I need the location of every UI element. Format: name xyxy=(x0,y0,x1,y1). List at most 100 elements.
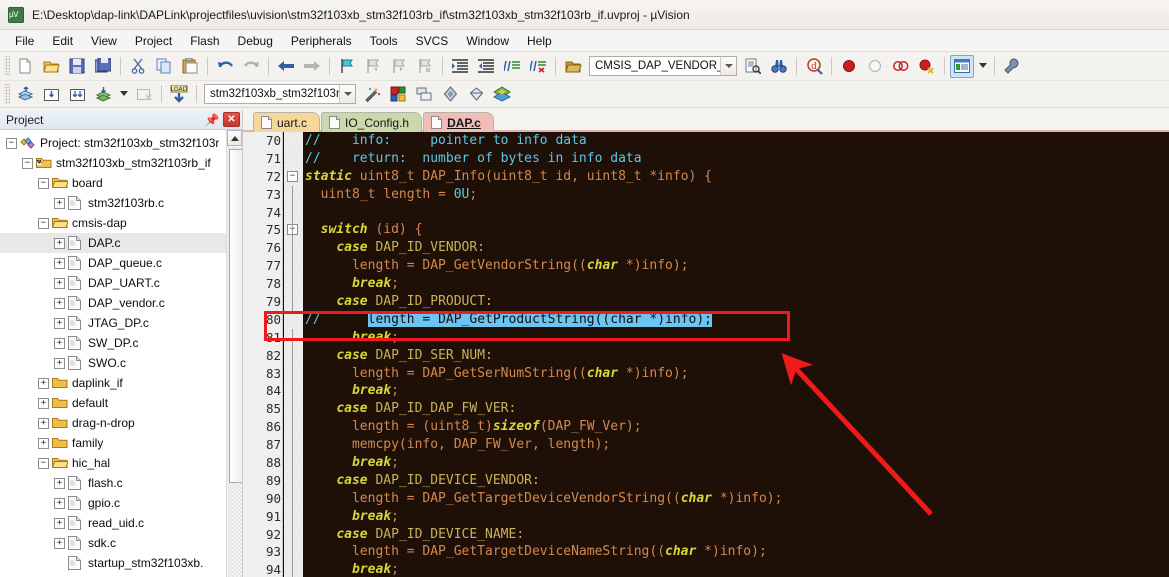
menu-window[interactable]: Window xyxy=(457,32,518,50)
navigate-forward-icon[interactable] xyxy=(300,55,324,78)
software-packs-icon[interactable] xyxy=(490,83,514,106)
batch-build-dropdown-icon[interactable] xyxy=(117,83,130,106)
code-line[interactable]: 88 break; xyxy=(243,454,1169,472)
manage-runtime-icon[interactable] xyxy=(464,83,488,106)
tree-item[interactable]: + DAP_queue.c xyxy=(0,253,226,273)
tree-item[interactable]: + family xyxy=(0,433,226,453)
redo-icon[interactable] xyxy=(239,55,263,78)
code-line[interactable]: 94 break; xyxy=(243,561,1169,577)
uncomment-icon[interactable] xyxy=(526,55,550,78)
comment-icon[interactable] xyxy=(500,55,524,78)
collapse-toggle-icon[interactable]: − xyxy=(6,137,17,149)
code-line[interactable]: 84 break; xyxy=(243,382,1169,401)
expand-toggle-icon[interactable]: + xyxy=(54,477,65,489)
code-line[interactable]: 79 case DAP_ID_PRODUCT: xyxy=(243,293,1169,311)
code-line[interactable]: 92 case DAP_ID_DEVICE_NAME: xyxy=(243,525,1169,544)
code-line[interactable]: 72− static uint8_t DAP_Info(uint8_t id, u… xyxy=(243,168,1169,186)
editor-tab[interactable]: uart.c xyxy=(253,112,321,132)
close-icon[interactable]: ✕ xyxy=(223,112,240,127)
expand-toggle-icon[interactable]: + xyxy=(54,517,65,529)
indent-icon[interactable] xyxy=(448,55,472,78)
tree-item[interactable]: + SW_DP.c xyxy=(0,333,226,353)
menu-svcs[interactable]: SVCS xyxy=(407,32,458,50)
expand-toggle-icon[interactable]: + xyxy=(54,357,65,369)
chevron-down-icon[interactable] xyxy=(720,57,736,75)
undo-icon[interactable] xyxy=(213,55,237,78)
expand-toggle-icon[interactable]: + xyxy=(38,377,49,389)
navigate-back-icon[interactable] xyxy=(274,55,298,78)
stop-build-icon[interactable] xyxy=(132,83,156,106)
paste-icon[interactable] xyxy=(178,55,202,78)
code-line[interactable]: 85 case DAP_ID_DAP_FW_VER: xyxy=(243,400,1169,419)
target-options-magic-icon[interactable] xyxy=(360,83,384,106)
tree-item[interactable]: + JTAG_DP.c xyxy=(0,313,226,333)
collapse-toggle-icon[interactable]: − xyxy=(38,457,49,469)
fold-toggle-icon[interactable]: − xyxy=(287,170,298,182)
tree-item[interactable]: − board xyxy=(0,173,226,193)
code-line[interactable]: 82 case DAP_ID_SER_NUM: xyxy=(243,346,1169,365)
find-in-files-icon[interactable] xyxy=(741,55,765,78)
code-line[interactable]: 93 length = DAP_GetTargetDeviceNameStrin… xyxy=(243,543,1169,562)
magnifier-q-icon[interactable]: d xyxy=(802,55,826,78)
code-line[interactable]: 78 break; xyxy=(243,275,1169,294)
expand-toggle-icon[interactable]: + xyxy=(54,277,65,289)
code-line[interactable]: 73 uint8_t length = 0U; xyxy=(243,185,1169,204)
outdent-icon[interactable] xyxy=(474,55,498,78)
pack-installer-icon[interactable] xyxy=(438,83,462,106)
scroll-up-arrow-icon[interactable] xyxy=(227,130,242,146)
menu-project[interactable]: Project xyxy=(126,32,181,50)
code-line[interactable]: 70 // info: pointer to info data xyxy=(243,132,1169,150)
breakpoint-remove-icon[interactable] xyxy=(915,55,939,78)
expand-toggle-icon[interactable]: + xyxy=(54,537,65,549)
breakpoint-kill-all-icon[interactable] xyxy=(889,55,913,78)
chevron-down-icon[interactable] xyxy=(339,85,355,103)
code-line[interactable]: 87 memcpy(info, DAP_FW_Ver, length); xyxy=(243,436,1169,455)
menu-flash[interactable]: Flash xyxy=(181,32,228,50)
code-line[interactable]: 80 // length = DAP_GetProductString((char… xyxy=(243,311,1169,329)
tree-item[interactable]: + flash.c xyxy=(0,473,226,493)
manage-components-icon[interactable] xyxy=(386,83,410,106)
save-icon[interactable] xyxy=(65,55,89,78)
expand-toggle-icon[interactable]: + xyxy=(38,437,49,449)
code-line[interactable]: 83 length = DAP_GetSerNumString((char *)… xyxy=(243,364,1169,383)
project-tree[interactable]: − Project: stm32f103xb_stm32f103r − stm32f1… xyxy=(0,130,226,577)
toolbar-grip[interactable] xyxy=(4,56,10,76)
menu-file[interactable]: File xyxy=(6,32,43,50)
code-line[interactable]: 75− switch (id) { xyxy=(243,221,1169,240)
menu-peripherals[interactable]: Peripherals xyxy=(282,32,361,50)
bookmark-toggle-icon[interactable] xyxy=(335,55,359,78)
code-line[interactable]: 89 case DAP_ID_DEVICE_VENDOR: xyxy=(243,471,1169,490)
tree-item[interactable]: − cmsis-dap xyxy=(0,213,226,233)
window-layout-icon[interactable] xyxy=(950,54,974,78)
build-icon[interactable] xyxy=(39,83,63,106)
expand-toggle-icon[interactable]: + xyxy=(54,297,65,309)
expand-toggle-icon[interactable]: + xyxy=(54,497,65,509)
menu-edit[interactable]: Edit xyxy=(43,32,82,50)
code-view[interactable]: 70 // info: pointer to info data 71 // retu… xyxy=(243,132,1169,577)
tree-item[interactable]: + SWO.c xyxy=(0,353,226,373)
tree-item[interactable]: + default xyxy=(0,393,226,413)
expand-toggle-icon[interactable]: + xyxy=(38,397,49,409)
tree-item[interactable]: − stm32f103xb_stm32f103rb_if xyxy=(0,153,226,173)
project-vscrollbar[interactable] xyxy=(226,130,242,577)
expand-toggle-icon[interactable]: + xyxy=(54,197,65,209)
tree-item[interactable]: + drag-n-drop xyxy=(0,413,226,433)
expand-toggle-icon[interactable]: + xyxy=(38,417,49,429)
tree-item[interactable]: + DAP_UART.c xyxy=(0,273,226,293)
cut-icon[interactable] xyxy=(126,55,150,78)
code-line[interactable]: 90 length = DAP_GetTargetDeviceVendorStr… xyxy=(243,489,1169,508)
batch-build-icon[interactable] xyxy=(91,83,115,106)
breakpoint-disable-icon[interactable] xyxy=(863,55,887,78)
tree-item[interactable]: + read_uid.c xyxy=(0,513,226,533)
scrollbar-thumb[interactable] xyxy=(229,149,242,483)
bookmark-next-icon[interactable] xyxy=(387,55,411,78)
expand-toggle-icon[interactable]: + xyxy=(54,337,65,349)
expand-toggle-icon[interactable]: + xyxy=(54,237,65,249)
menu-tools[interactable]: Tools xyxy=(361,32,407,50)
breakpoint-icon[interactable] xyxy=(837,55,861,78)
code-line[interactable]: 91 break; xyxy=(243,507,1169,526)
menu-debug[interactable]: Debug xyxy=(229,32,282,50)
new-file-icon[interactable] xyxy=(13,55,37,78)
code-line[interactable]: 81 break; xyxy=(243,328,1169,347)
code-line[interactable]: 86 length = (uint8_t)sizeof(DAP_FW_Ver); xyxy=(243,418,1169,437)
